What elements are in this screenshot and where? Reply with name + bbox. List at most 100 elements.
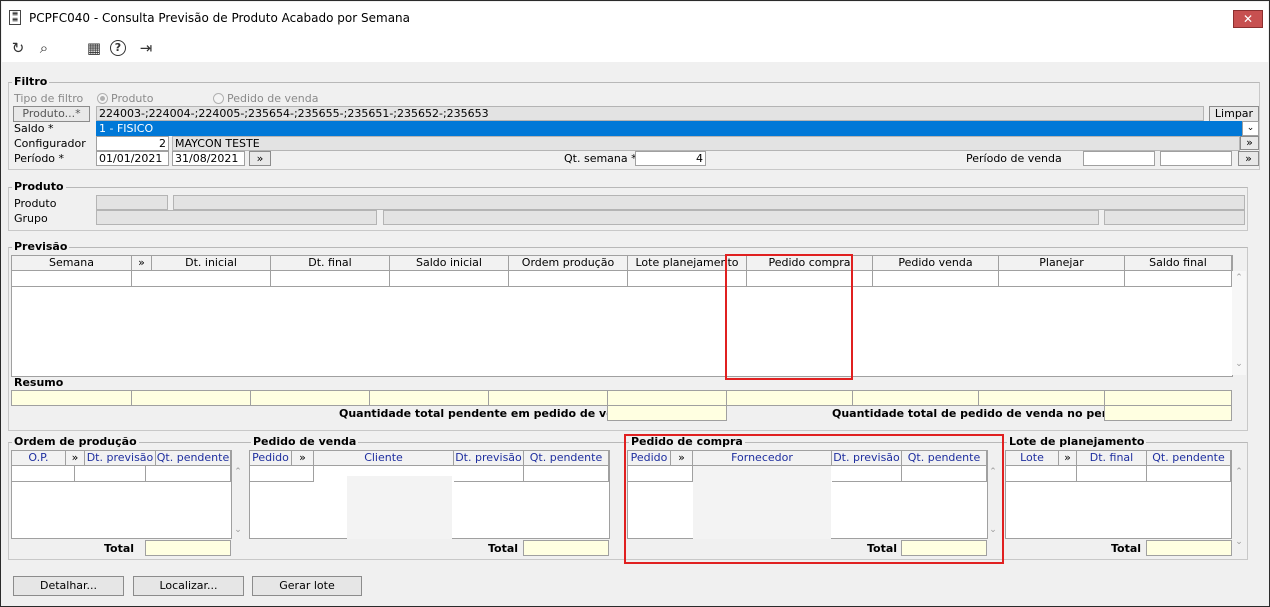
periodo-label: Período * [14,152,65,165]
resumo-cell [11,390,132,406]
pvenda-cell[interactable] [454,466,524,482]
highlight-pedido-compra-column [725,254,853,380]
ordem-grid[interactable]: O.P. » Dt. previsão Qt. pendente [11,450,232,539]
col-op[interactable]: O.P. [12,451,66,466]
previsao-cell[interactable] [999,271,1125,287]
previsao-cell[interactable] [271,271,390,287]
lote-scrollbar[interactable]: ⌃ ⌄ [1232,467,1246,551]
previsao-cell[interactable] [12,271,132,287]
col-more[interactable]: » [66,451,85,466]
ordem-total-label: Total [104,542,135,555]
lote-grid[interactable]: Lote » Dt. final Qt. pendente [1005,450,1232,539]
lote-cell[interactable] [1077,466,1147,482]
exit-icon[interactable]: ⇥ [136,38,156,58]
periodo-more-button[interactable]: » [249,151,271,166]
ordem-cell[interactable] [12,466,75,482]
grupo-extra-field [1104,210,1245,225]
refresh-icon[interactable]: ↻ [8,38,28,58]
col-lote[interactable]: Lote [1006,451,1059,466]
col-qt-pendente[interactable]: Qt. pendente [156,451,231,466]
col-dt-previsao[interactable]: Dt. previsão [85,451,156,466]
previsao-cell[interactable] [390,271,509,287]
gerar-lote-button[interactable]: Gerar lote [252,576,362,596]
lote-title: Lote de planejamento [1007,435,1147,448]
grupo-code-field [96,210,377,225]
col-more[interactable]: » [1059,451,1077,466]
radio-pedido-venda[interactable] [213,93,224,104]
periodo-inicial-field[interactable]: 01/01/2021 [96,151,169,166]
col-qt-pendente[interactable]: Qt. pendente [1147,451,1231,466]
periodo-venda-final-field[interactable] [1160,151,1232,166]
col-more[interactable]: » [292,451,314,466]
col-dt-inicial[interactable]: Dt. inicial [152,256,271,271]
filtro-title: Filtro [12,75,50,88]
resumo-cell [852,390,979,406]
periodo-venda-more-button[interactable]: » [1238,151,1259,166]
produto-filter-field[interactable]: 224003-;224004-;224005-;235654-;235655-;… [96,106,1204,121]
tipo-filtro-label: Tipo de filtro [14,92,84,105]
search-icon[interactable]: ⌕ [34,38,54,58]
saldo-select[interactable]: 1 - FISICO [96,121,1242,136]
toolbar: ↻ ⌕ ▦ ? ⇥ [2,34,1268,62]
detalhar-button[interactable]: Detalhar... [13,576,124,596]
resumo-cell [250,390,370,406]
title-bar: ≡ ≡ PCPFC040 - Consulta Previsão de Produ… [2,2,1268,34]
previsao-cell[interactable] [132,271,271,287]
col-cliente[interactable]: Cliente [314,451,454,466]
resumo-cell [978,390,1105,406]
col-saldo-inicial[interactable]: Saldo inicial [390,256,509,271]
previsao-cell[interactable] [509,271,628,287]
qt-semana-field[interactable]: 4 [635,151,706,166]
pvenda-cell[interactable] [524,466,609,482]
col-planejar[interactable]: Planejar [999,256,1125,271]
pvenda-title: Pedido de venda [251,435,359,448]
limpar-button[interactable]: Limpar [1209,106,1259,122]
pvenda-cell[interactable] [250,466,314,482]
col-more[interactable]: » [132,256,152,271]
lote-cell[interactable] [1006,466,1077,482]
radio-produto[interactable] [97,93,108,104]
periodo-venda-label: Período de venda [966,152,1062,165]
ordem-cell[interactable] [146,466,231,482]
close-button[interactable]: ✕ [1233,10,1263,28]
col-pedido[interactable]: Pedido [250,451,292,466]
main-window: ≡ ≡ PCPFC040 - Consulta Previsão de Produ… [0,0,1270,607]
col-dt-previsao[interactable]: Dt. previsão [454,451,524,466]
col-saldo-final[interactable]: Saldo final [1125,256,1232,271]
configurador-more-button[interactable]: » [1240,136,1259,150]
help-icon[interactable]: ? [110,40,126,56]
previsao-title: Previsão [12,240,70,253]
resumo-cell [726,390,853,406]
previsao-scrollbar[interactable]: ⌃ ⌄ [1232,271,1246,375]
periodo-venda-inicial-field[interactable] [1083,151,1155,166]
col-semana[interactable]: Semana [12,256,132,271]
col-dt-final[interactable]: Dt. final [1077,451,1147,466]
previsao-cell[interactable] [873,271,999,287]
configurador-code-field[interactable]: 2 [96,136,169,151]
radio-pedido-venda-label: Pedido de venda [227,92,319,105]
configurador-name-field: MAYCON TESTE [172,136,1240,151]
saldo-dropdown-icon[interactable]: ⌄ [1242,121,1259,136]
produto-button[interactable]: Produto...* [13,106,90,122]
lote-total-value [1146,540,1232,556]
highlight-pedido-compra-group [624,434,1004,564]
col-pedido-venda[interactable]: Pedido venda [873,256,999,271]
grupo-desc-field [383,210,1099,225]
previsao-cell[interactable] [1125,271,1232,287]
calendar-icon[interactable]: ▦ [84,38,104,58]
resumo-cell [1104,390,1232,406]
radio-produto-label: Produto [111,92,154,105]
localizar-button[interactable]: Localizar... [133,576,244,596]
ordem-total-value [145,540,231,556]
ordem-scrollbar[interactable]: ⌃ ⌄ [231,467,245,539]
ordem-cell[interactable] [75,466,146,482]
periodo-final-field[interactable]: 31/08/2021 [172,151,245,166]
col-qt-pendente[interactable]: Qt. pendente [524,451,609,466]
pvenda-total-value [523,540,609,556]
col-dt-final[interactable]: Dt. final [271,256,390,271]
previsao-grid[interactable]: Semana » Dt. inicial Dt. final Saldo ini… [11,255,1233,377]
redacted-cliente-area [347,476,452,539]
lote-cell[interactable] [1147,466,1231,482]
ordem-title: Ordem de produção [12,435,139,448]
col-ordem-producao[interactable]: Ordem produção [509,256,628,271]
